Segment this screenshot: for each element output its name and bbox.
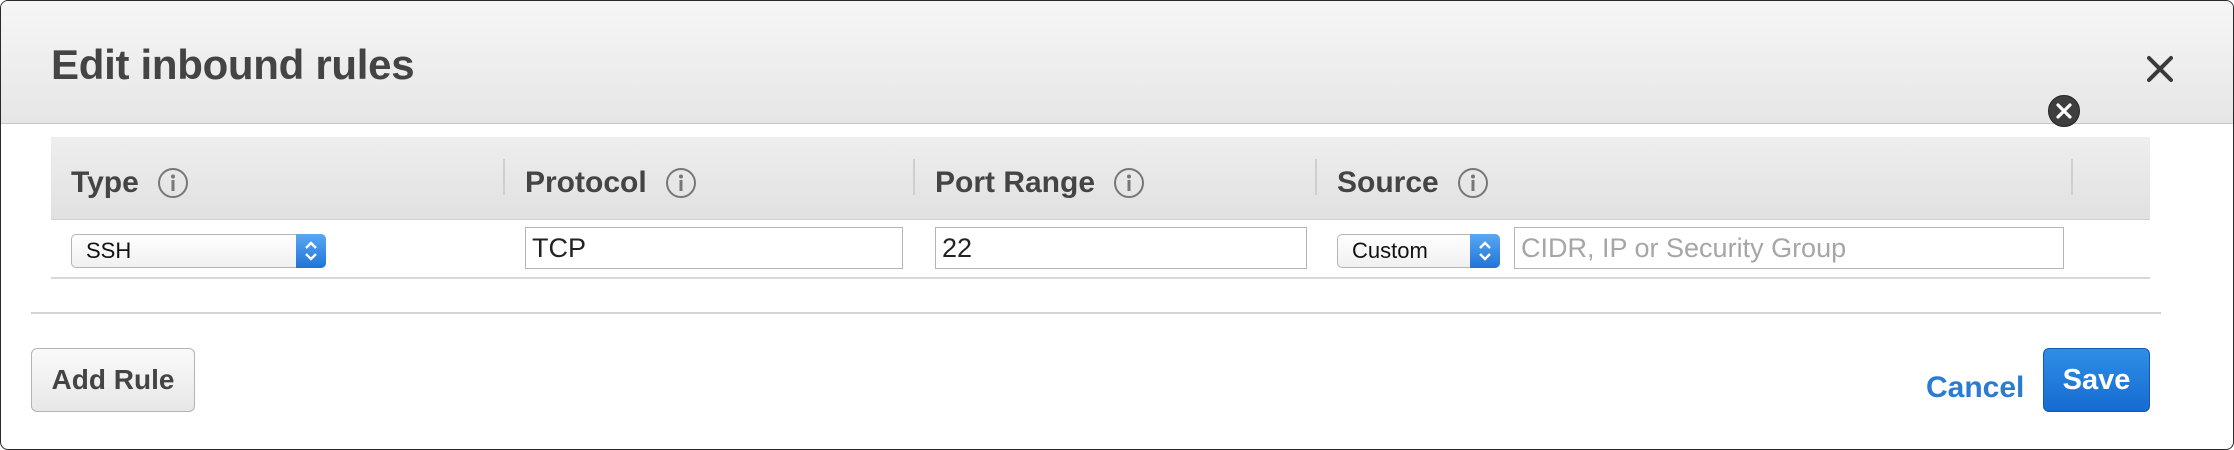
info-icon[interactable]	[1457, 167, 1489, 199]
rules-table: Type Protocol Port Range Source SSH TCP …	[51, 137, 2150, 279]
source-cidr-input[interactable]: CIDR, IP or Security Group	[1514, 227, 2064, 269]
column-header-label: Protocol	[525, 166, 647, 199]
select-stepper-icon	[1470, 234, 1500, 268]
type-select-value: SSH	[86, 238, 132, 263]
save-button[interactable]: Save	[2043, 348, 2150, 412]
select-stepper-icon	[296, 234, 326, 268]
remove-circle-icon[interactable]	[2047, 94, 2081, 128]
table-row: SSH TCP 22 Custom CIDR, IP or Security G…	[51, 220, 2150, 279]
dialog-header: Edit inbound rules	[1, 1, 2233, 124]
column-divider	[503, 159, 505, 195]
source-select-value: Custom	[1352, 238, 1428, 263]
close-icon[interactable]	[2142, 51, 2178, 87]
cancel-button[interactable]: Cancel	[1926, 371, 2024, 405]
column-header-source: Source	[1337, 163, 1489, 203]
port-range-field[interactable]: 22	[935, 227, 1307, 269]
type-select[interactable]: SSH	[71, 234, 326, 268]
protocol-field[interactable]: TCP	[525, 227, 903, 269]
edit-inbound-rules-dialog: Edit inbound rules Type Protocol Port Ra…	[0, 0, 2234, 450]
dialog-title: Edit inbound rules	[51, 41, 415, 88]
info-icon[interactable]	[1113, 167, 1145, 199]
info-icon[interactable]	[665, 167, 697, 199]
footer-divider	[31, 312, 2161, 314]
table-header: Type Protocol Port Range Source	[51, 137, 2150, 220]
column-header-label: Port Range	[935, 166, 1096, 199]
source-select[interactable]: Custom	[1337, 234, 1500, 268]
column-header-type: Type	[71, 163, 189, 203]
info-icon[interactable]	[157, 167, 189, 199]
add-rule-button[interactable]: Add Rule	[31, 348, 195, 412]
column-divider	[2071, 159, 2073, 195]
column-header-protocol: Protocol	[525, 163, 697, 203]
column-header-label: Source	[1337, 166, 1439, 199]
column-divider	[913, 159, 915, 195]
column-divider	[1315, 159, 1317, 195]
column-header-port-range: Port Range	[935, 163, 1145, 203]
column-header-label: Type	[71, 166, 139, 199]
